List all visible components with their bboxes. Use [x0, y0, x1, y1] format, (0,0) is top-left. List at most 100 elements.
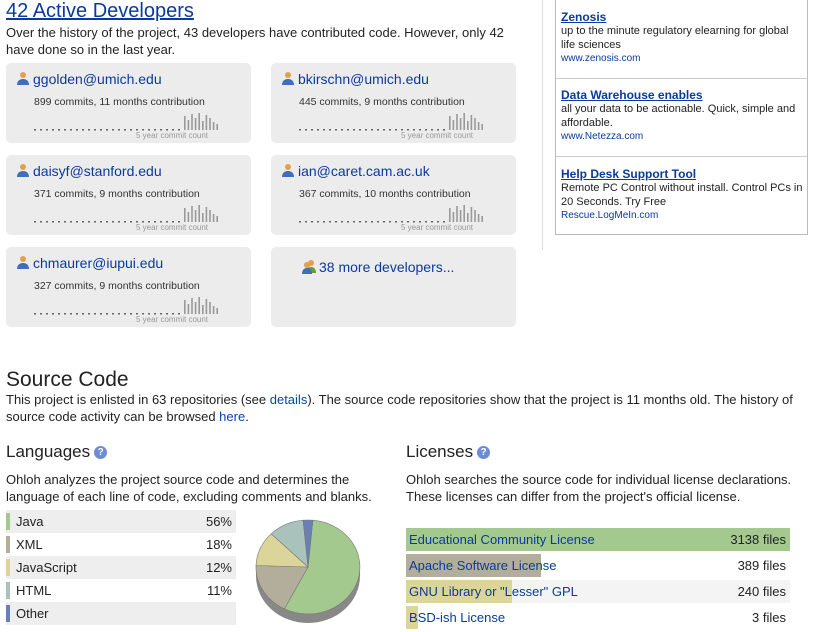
language-name: Other	[16, 606, 49, 621]
language-row: Java 56%	[6, 510, 236, 533]
ad-url[interactable]: www.zenosis.com	[561, 52, 804, 66]
ad-divider	[556, 156, 807, 157]
commit-sparkline	[34, 297, 218, 315]
developer-card[interactable]: chmaurer@iupui.edu 327 commits, 9 months …	[6, 247, 251, 327]
more-developers-link[interactable]: 38 more developers...	[301, 258, 454, 275]
person-icon	[17, 72, 29, 85]
developer-email-text: ggolden@umich.edu	[33, 71, 162, 87]
license-name[interactable]: Apache Software License	[409, 558, 556, 573]
ad-heading[interactable]: Data Warehouse enables	[561, 88, 804, 102]
licenses-title: Licenses?	[406, 442, 491, 462]
sparkline-label: 5 year commit count	[136, 131, 209, 140]
column-divider	[542, 0, 543, 250]
developer-card[interactable]: ggolden@umich.edu 899 commits, 11 months …	[6, 63, 251, 143]
developer-stats: 371 commits, 9 months contribution	[34, 188, 200, 200]
language-swatch	[6, 582, 10, 599]
developer-email[interactable]: ian@caret.cam.ac.uk	[281, 163, 430, 179]
developer-email-text: bkirschn@umich.edu	[298, 71, 429, 87]
license-name[interactable]: Educational Community License	[409, 532, 595, 547]
help-icon[interactable]: ?	[94, 446, 108, 459]
developer-card[interactable]: daisyf@stanford.edu 371 commits, 9 months…	[6, 155, 251, 235]
commit-sparkline	[34, 205, 218, 223]
languages-title: Languages?	[6, 442, 108, 462]
developer-stats: 327 commits, 9 months contribution	[34, 280, 200, 292]
ad-3[interactable]: Help Desk Support Tool Remote PC Control…	[561, 167, 804, 223]
ad-heading[interactable]: Help Desk Support Tool	[561, 167, 804, 181]
here-link[interactable]: here	[219, 409, 245, 424]
licenses-desc: Ohloh searches the source code for indiv…	[406, 472, 792, 504]
license-count: 3 files	[752, 610, 786, 625]
developers-intro: Over the history of the project, 43 deve…	[6, 25, 504, 57]
ad-url[interactable]: www.Netezza.com	[561, 130, 804, 144]
developer-email-text: chmaurer@iupui.edu	[33, 255, 164, 271]
developer-email[interactable]: daisyf@stanford.edu	[16, 163, 162, 179]
ad-2[interactable]: Data Warehouse enables all your data to …	[561, 88, 804, 144]
languages-title-text: Languages	[6, 442, 91, 461]
developer-email[interactable]: ggolden@umich.edu	[16, 71, 162, 87]
language-name: Java	[16, 514, 44, 529]
language-row: JavaScript 12%	[6, 556, 236, 579]
source-code-text: This project is enlisted in 63 repositor…	[6, 391, 806, 425]
language-row: XML 18%	[6, 533, 236, 556]
person-icon	[17, 164, 29, 177]
commit-sparkline	[34, 113, 218, 131]
sparkline-label: 5 year commit count	[401, 131, 474, 140]
developer-email[interactable]: chmaurer@iupui.edu	[16, 255, 163, 271]
developer-card[interactable]: ian@caret.cam.ac.uk 367 commits, 10 month…	[271, 155, 516, 235]
person-icon	[282, 164, 294, 177]
developer-card[interactable]: bkirschn@umich.edu 445 commits, 9 months …	[271, 63, 516, 143]
language-swatch	[6, 536, 10, 553]
developer-stats: 367 commits, 10 months contribution	[299, 188, 471, 200]
language-name: HTML	[16, 583, 52, 598]
license-count: 3138 files	[730, 532, 786, 547]
license-row: BSD-ish License 3 files	[406, 606, 790, 629]
developer-stats: 899 commits, 11 months contribution	[34, 96, 205, 108]
language-percent: 18%	[205, 537, 232, 552]
language-percent: 11%	[206, 583, 232, 598]
license-row: GNU Library or "Lesser" GPL 240 files	[406, 580, 790, 603]
licenses-title-text: Licenses	[406, 442, 474, 461]
sparkline-label: 5 year commit count	[136, 223, 209, 232]
languages-pie-chart	[255, 519, 361, 623]
sparkline-label: 5 year commit count	[136, 315, 209, 324]
license-name[interactable]: BSD-ish License	[409, 610, 505, 625]
group-icon	[302, 260, 316, 274]
language-swatch	[6, 605, 10, 622]
ad-1[interactable]: Zenosis up to the minute regulatory elea…	[561, 10, 804, 66]
language-name: JavaScript	[16, 560, 77, 575]
ads-panel: Zenosis up to the minute regulatory elea…	[555, 0, 808, 235]
source-text-part: .	[245, 409, 249, 424]
languages-desc: Ohloh analyzes the project source code a…	[6, 472, 372, 504]
developer-email[interactable]: bkirschn@umich.edu	[281, 71, 429, 87]
developer-stats: 445 commits, 9 months contribution	[299, 96, 465, 108]
ad-heading[interactable]: Zenosis	[561, 10, 804, 24]
person-icon	[17, 256, 29, 269]
language-name: XML	[16, 537, 43, 552]
more-developers-label: 38 more developers...	[319, 259, 455, 275]
ad-body: all your data to be actionable. Quick, s…	[561, 103, 796, 129]
language-swatch	[6, 559, 10, 576]
license-row: Apache Software License 389 files	[406, 554, 790, 577]
ad-body: Remote PC Control without install. Contr…	[561, 182, 803, 208]
ad-body: up to the minute regulatory elearning fo…	[561, 25, 789, 51]
language-percent: 12%	[205, 560, 232, 575]
language-percent: 56%	[205, 514, 232, 529]
license-name[interactable]: GNU Library or "Lesser" GPL	[409, 584, 578, 599]
sparkline-label: 5 year commit count	[401, 223, 474, 232]
ad-url[interactable]: Rescue.LogMeIn.com	[561, 209, 804, 223]
source-text-part: This project is enlisted in 63 repositor…	[6, 392, 270, 407]
commit-sparkline	[299, 113, 483, 131]
person-icon	[282, 72, 294, 85]
developers-title[interactable]: 42 Active Developers	[6, 0, 194, 23]
details-link[interactable]: details	[270, 392, 308, 407]
license-count: 240 files	[737, 584, 786, 599]
ad-divider	[556, 78, 807, 79]
source-code-title: Source Code	[6, 368, 129, 391]
license-row: Educational Community License 3138 files	[406, 528, 790, 551]
license-count: 389 files	[737, 558, 786, 573]
commit-sparkline	[299, 205, 483, 223]
developer-email-text: ian@caret.cam.ac.uk	[298, 163, 430, 179]
help-icon[interactable]: ?	[477, 446, 491, 459]
developer-email-text: daisyf@stanford.edu	[33, 163, 162, 179]
language-row: Other	[6, 602, 236, 625]
